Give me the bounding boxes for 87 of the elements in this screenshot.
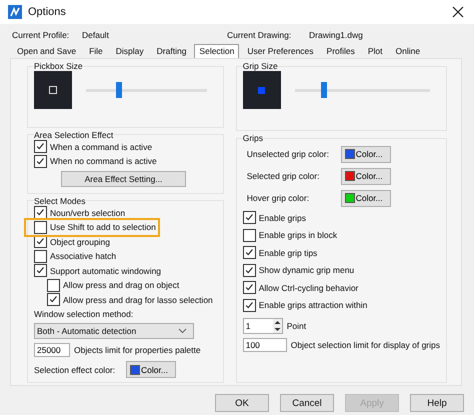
checkmark-icon — [35, 265, 46, 276]
checkbox[interactable] — [242, 228, 256, 242]
checkmark-icon — [48, 294, 59, 306]
checkbox-label[interactable]: Allow press and drag for lasso selection — [63, 294, 213, 305]
tab[interactable]: Display — [110, 44, 149, 58]
checkmark-icon — [35, 207, 46, 218]
checkbox-label[interactable]: Show dynamic grip menu — [258, 265, 354, 276]
checkbox[interactable] — [34, 140, 47, 154]
checkbox-label[interactable]: Associative hatch — [50, 251, 116, 262]
group-title: Area Selection Effect — [34, 130, 114, 140]
checkmark-icon — [244, 300, 255, 311]
profile-value: Default — [82, 29, 110, 41]
preview-swatch — [34, 71, 72, 109]
drawing-value: Drawing1.dwg — [309, 29, 363, 41]
group-title: Select Modes — [34, 196, 86, 206]
checkbox-label[interactable]: Enable grips in block — [258, 230, 338, 240]
preview-swatch — [242, 71, 281, 109]
color-button[interactable]: Color... — [340, 168, 391, 184]
checkbox[interactable] — [34, 206, 47, 220]
checkbox[interactable] — [47, 278, 60, 292]
dialog-button[interactable]: Cancel — [280, 394, 334, 412]
color-button[interactable]: Color... — [340, 190, 391, 206]
checkmark-icon — [244, 282, 255, 294]
effect-color-label: Selection effect color: — [34, 364, 116, 374]
area-effect-button[interactable]: Area Effect Setting... — [61, 170, 186, 186]
group-title: Grip Size — [242, 61, 278, 71]
app-icon — [8, 5, 22, 19]
checkbox-label[interactable]: Allow press and drag on object — [63, 280, 180, 290]
checkbox[interactable] — [242, 281, 256, 294]
checkbox[interactable] — [242, 211, 256, 224]
window-title: Options — [28, 6, 66, 18]
slider-thumb[interactable] — [116, 82, 122, 98]
checkmark-icon — [244, 212, 255, 224]
checkbox-label[interactable]: Enable grip tips — [258, 248, 318, 258]
checkbox[interactable] — [34, 264, 47, 278]
point-label: Point — [286, 321, 306, 331]
checkbox-label[interactable]: Support automatic windowing — [50, 266, 162, 276]
caret-icon — [178, 328, 187, 334]
checkbox-label[interactable]: When a command is active — [50, 142, 152, 152]
checkbox[interactable] — [34, 250, 47, 263]
slider-thumb[interactable] — [321, 82, 328, 98]
drawing-label: Current Drawing: — [227, 29, 292, 41]
grip-limit-label: Object selection limit for display of grips — [290, 340, 440, 350]
checkbox[interactable] — [34, 154, 47, 168]
checkmark-icon — [244, 264, 255, 276]
checkmark-icon — [35, 156, 46, 167]
color-button[interactable]: Color... — [340, 146, 391, 162]
checkbox[interactable] — [242, 298, 256, 312]
tab[interactable]: File — [84, 44, 108, 58]
color-label: Hover grip color: — [246, 193, 310, 203]
profile-label: Current Profile: — [12, 29, 70, 41]
color-label: Selected grip color: — [246, 171, 320, 181]
checkmark-icon — [35, 141, 46, 152]
checkbox-label[interactable]: When no command is active — [50, 156, 157, 166]
spinner-arrows-icon — [272, 319, 282, 333]
checkbox-label[interactable]: Allow Ctrl-cycling behavior — [258, 282, 358, 293]
method-label: Window selection method: — [34, 309, 134, 321]
tab[interactable]: Selection — [194, 44, 240, 58]
color-label: Unselected grip color: — [246, 149, 330, 159]
dialog-button[interactable]: OK — [215, 394, 269, 412]
grip-limit-field[interactable]: 100 — [242, 338, 287, 352]
checkmark-icon — [35, 236, 46, 248]
checkbox-label[interactable]: Object grouping — [50, 236, 110, 247]
tab[interactable]: Open and Save — [12, 44, 82, 58]
dialog-button[interactable]: Help — [410, 394, 464, 412]
checkbox-label[interactable]: Enable grips attraction within — [258, 300, 368, 310]
checkbox-label[interactable]: Use Shift to add to selection — [50, 222, 156, 232]
checkbox[interactable] — [242, 246, 256, 260]
checkbox[interactable] — [242, 264, 256, 277]
limit-label: Objects limit for properties palette — [74, 345, 201, 355]
checkbox[interactable] — [47, 293, 60, 306]
close-icon[interactable] — [452, 6, 464, 18]
tab[interactable]: Drafting — [152, 44, 192, 58]
checkbox[interactable] — [34, 220, 47, 234]
tab[interactable]: Profiles — [322, 44, 360, 58]
tab[interactable]: Plot — [362, 44, 388, 58]
checkmark-icon — [244, 247, 255, 258]
tab[interactable]: Online — [390, 44, 426, 58]
checkbox-label[interactable]: Noun/verb selection — [50, 208, 126, 218]
limit-field[interactable]: 25000 — [34, 343, 70, 357]
method-dropdown[interactable]: Both - Automatic detection — [34, 323, 194, 339]
color-button[interactable]: Color... — [126, 361, 176, 378]
group-title: Grips — [242, 133, 264, 143]
checkbox-label[interactable]: Enable grips — [258, 212, 306, 223]
point-spinner[interactable]: 1 — [242, 318, 283, 334]
group-title: Pickbox Size — [34, 61, 83, 71]
tab[interactable]: User Preferences — [242, 44, 319, 58]
